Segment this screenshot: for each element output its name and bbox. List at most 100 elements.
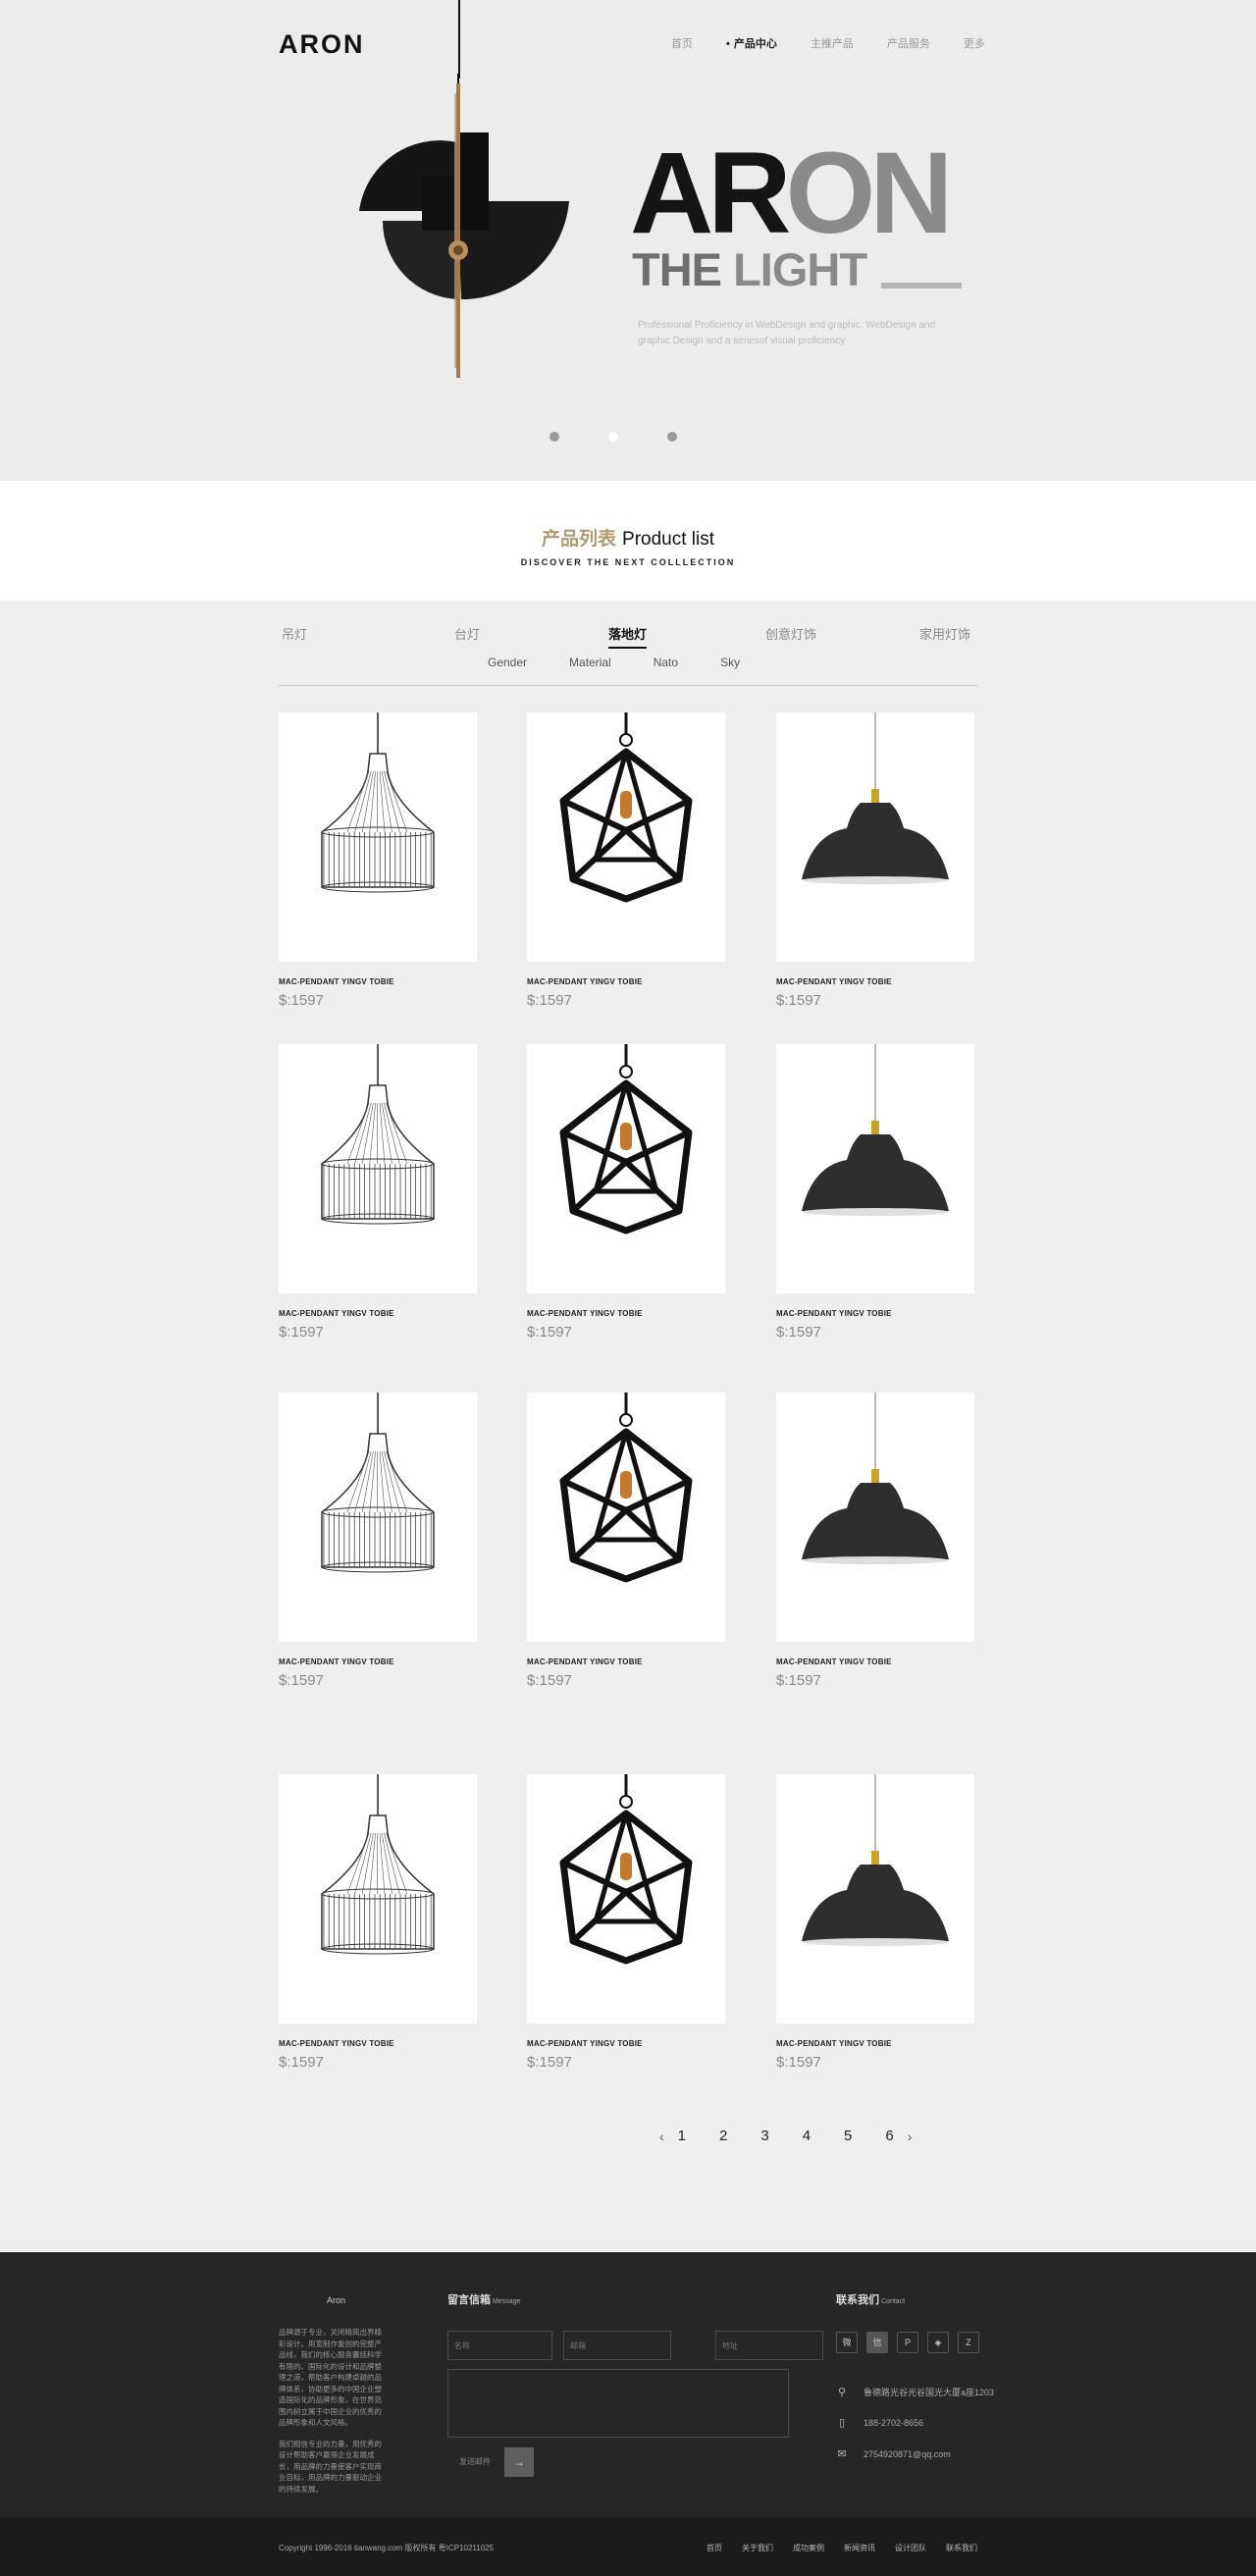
headline-accent-bar	[881, 283, 962, 289]
product-card[interactable]: MAC-PENDANT YINGV TOBIE $:1597	[279, 1393, 477, 1689]
product-name[interactable]: MAC-PENDANT YINGV TOBIE	[776, 2039, 974, 2048]
subtab-material[interactable]: Material	[569, 656, 611, 669]
tab-pendant[interactable]: 吊灯	[282, 624, 307, 643]
site-logo[interactable]: ARON	[279, 29, 365, 60]
product-image[interactable]	[527, 1044, 725, 1293]
cage-pendant-lamp-icon	[321, 1393, 435, 1573]
hero-lamp-image	[359, 74, 569, 378]
wechat-icon[interactable]: 信	[866, 2332, 888, 2353]
footer-links: 首页 关于我们 成功案例 新闻资讯 设计团队 联系我们	[706, 2543, 997, 2553]
dome-pendant-lamp-icon	[802, 712, 949, 884]
product-price: $:1597	[279, 2054, 324, 2071]
cube-icon[interactable]: ◈	[927, 2332, 949, 2353]
product-image[interactable]	[527, 1393, 725, 1642]
send-button[interactable]: →	[504, 2447, 534, 2477]
address-field[interactable]	[715, 2331, 823, 2360]
footer-link-home[interactable]: 首页	[706, 2543, 722, 2553]
tab-floor-lamp[interactable]: 落地灯	[608, 624, 648, 649]
nav-item-products[interactable]: 产品中心	[726, 35, 777, 51]
hero-headline: ARON	[630, 129, 953, 258]
product-image[interactable]	[527, 712, 725, 962]
nav-item-home[interactable]: 首页	[671, 35, 693, 51]
product-name[interactable]: MAC-PENDANT YINGV TOBIE	[527, 2039, 725, 2048]
footer-link-contact[interactable]: 联系我们	[946, 2543, 977, 2553]
page-5[interactable]: 5	[844, 2128, 852, 2144]
subtab-gender[interactable]: Gender	[488, 656, 527, 669]
page-4[interactable]: 4	[803, 2128, 811, 2144]
product-image[interactable]	[279, 712, 477, 962]
subtab-nato[interactable]: Nato	[654, 656, 678, 669]
product-name[interactable]: MAC-PENDANT YINGV TOBIE	[776, 977, 974, 986]
category-tabs: 吊灯 台灯 落地灯 创意灯饰 家用灯饰	[282, 624, 974, 649]
product-name[interactable]: MAC-PENDANT YINGV TOBIE	[279, 2039, 477, 2048]
message-textarea[interactable]	[447, 2369, 789, 2438]
page-2[interactable]: 2	[719, 2128, 727, 2144]
product-card[interactable]: MAC-PENDANT YINGV TOBIE $:1597	[527, 1044, 725, 1341]
product-image[interactable]	[776, 1774, 974, 2024]
product-price: $:1597	[776, 992, 821, 1009]
slider-dot-2[interactable]	[608, 432, 618, 442]
contact-title: 联系我们 Contact	[836, 2294, 906, 2306]
product-image[interactable]	[279, 1393, 477, 1642]
next-page-icon[interactable]: ›	[908, 2129, 913, 2144]
dome-pendant-lamp-icon	[802, 1774, 949, 1946]
footer-link-team[interactable]: 设计团队	[895, 2543, 926, 2553]
product-name[interactable]: MAC-PENDANT YINGV TOBIE	[279, 1309, 477, 1318]
product-image[interactable]	[279, 1774, 477, 2024]
product-card[interactable]: MAC-PENDANT YINGV TOBIE $:1597	[279, 1044, 477, 1341]
nav-item-service[interactable]: 产品服务	[887, 35, 930, 51]
product-card[interactable]: MAC-PENDANT YINGV TOBIE $:1597	[776, 1044, 974, 1341]
product-name[interactable]: MAC-PENDANT YINGV TOBIE	[776, 1657, 974, 1666]
copyright-text: Copyright 1996-2016 tianwang.com 版权所有 粤I…	[279, 2544, 495, 2552]
email-field[interactable]	[563, 2331, 671, 2360]
product-card[interactable]: MAC-PENDANT YINGV TOBIE $:1597	[527, 712, 725, 1009]
product-name[interactable]: MAC-PENDANT YINGV TOBIE	[279, 977, 477, 986]
slider-dot-3[interactable]	[667, 432, 677, 442]
lamp-cord	[458, 0, 460, 79]
tab-home[interactable]: 家用灯饰	[919, 624, 970, 643]
page-6[interactable]: 6	[885, 2128, 893, 2144]
product-card[interactable]: MAC-PENDANT YINGV TOBIE $:1597	[776, 1393, 974, 1689]
main-nav: 首页 产品中心 主推产品 产品服务 更多	[671, 35, 1019, 51]
location-pin-icon: ⚲	[837, 2386, 847, 2398]
product-image[interactable]	[279, 1044, 477, 1293]
pinterest-icon[interactable]: P	[897, 2332, 918, 2353]
product-card[interactable]: MAC-PENDANT YINGV TOBIE $:1597	[527, 1774, 725, 2071]
product-image[interactable]	[776, 1044, 974, 1293]
product-name[interactable]: MAC-PENDANT YINGV TOBIE	[527, 977, 725, 986]
product-card[interactable]: MAC-PENDANT YINGV TOBIE $:1597	[279, 712, 477, 1009]
cage-pendant-lamp-icon	[321, 712, 435, 893]
footer-link-cases[interactable]: 成功案例	[793, 2543, 824, 2553]
pagination: ‹ 1 2 3 4 5 6 ›	[659, 2128, 925, 2144]
product-image[interactable]	[776, 1393, 974, 1642]
zhihu-icon[interactable]: Z	[958, 2332, 979, 2353]
footer-link-about[interactable]: 关于我们	[742, 2543, 773, 2553]
product-price: $:1597	[527, 1324, 572, 1341]
product-card[interactable]: MAC-PENDANT YINGV TOBIE $:1597	[776, 1774, 974, 2071]
product-name[interactable]: MAC-PENDANT YINGV TOBIE	[279, 1657, 477, 1666]
tab-creative[interactable]: 创意灯饰	[765, 624, 816, 643]
product-image[interactable]	[527, 1774, 725, 2024]
name-field[interactable]	[447, 2331, 552, 2360]
product-card[interactable]: MAC-PENDANT YINGV TOBIE $:1597	[527, 1393, 725, 1689]
product-name[interactable]: MAC-PENDANT YINGV TOBIE	[527, 1309, 725, 1318]
product-image[interactable]	[776, 712, 974, 962]
slider-dot-1[interactable]	[550, 432, 559, 442]
prev-page-icon[interactable]: ‹	[659, 2129, 664, 2144]
product-name[interactable]: MAC-PENDANT YINGV TOBIE	[527, 1657, 725, 1666]
footer-link-news[interactable]: 新闻资讯	[844, 2543, 875, 2553]
weibo-icon[interactable]: 微	[836, 2332, 858, 2353]
footer-brand: Aron	[327, 2295, 346, 2305]
product-price: $:1597	[279, 1324, 324, 1341]
tab-table-lamp[interactable]: 台灯	[454, 624, 480, 643]
page-3[interactable]: 3	[760, 2128, 768, 2144]
subtab-sky[interactable]: Sky	[720, 656, 740, 669]
nav-item-featured[interactable]: 主推产品	[811, 35, 854, 51]
product-card[interactable]: MAC-PENDANT YINGV TOBIE $:1597	[279, 1774, 477, 2071]
page-1[interactable]: 1	[678, 2128, 686, 2144]
slider-dots	[550, 432, 677, 442]
product-name[interactable]: MAC-PENDANT YINGV TOBIE	[776, 1309, 974, 1318]
product-card[interactable]: MAC-PENDANT YINGV TOBIE $:1597	[776, 712, 974, 1009]
hero-banner: ARON 首页 产品中心 主推产品 产品服务 更多 ARON THE LIGHT…	[0, 0, 1256, 481]
nav-item-more[interactable]: 更多	[964, 35, 985, 51]
